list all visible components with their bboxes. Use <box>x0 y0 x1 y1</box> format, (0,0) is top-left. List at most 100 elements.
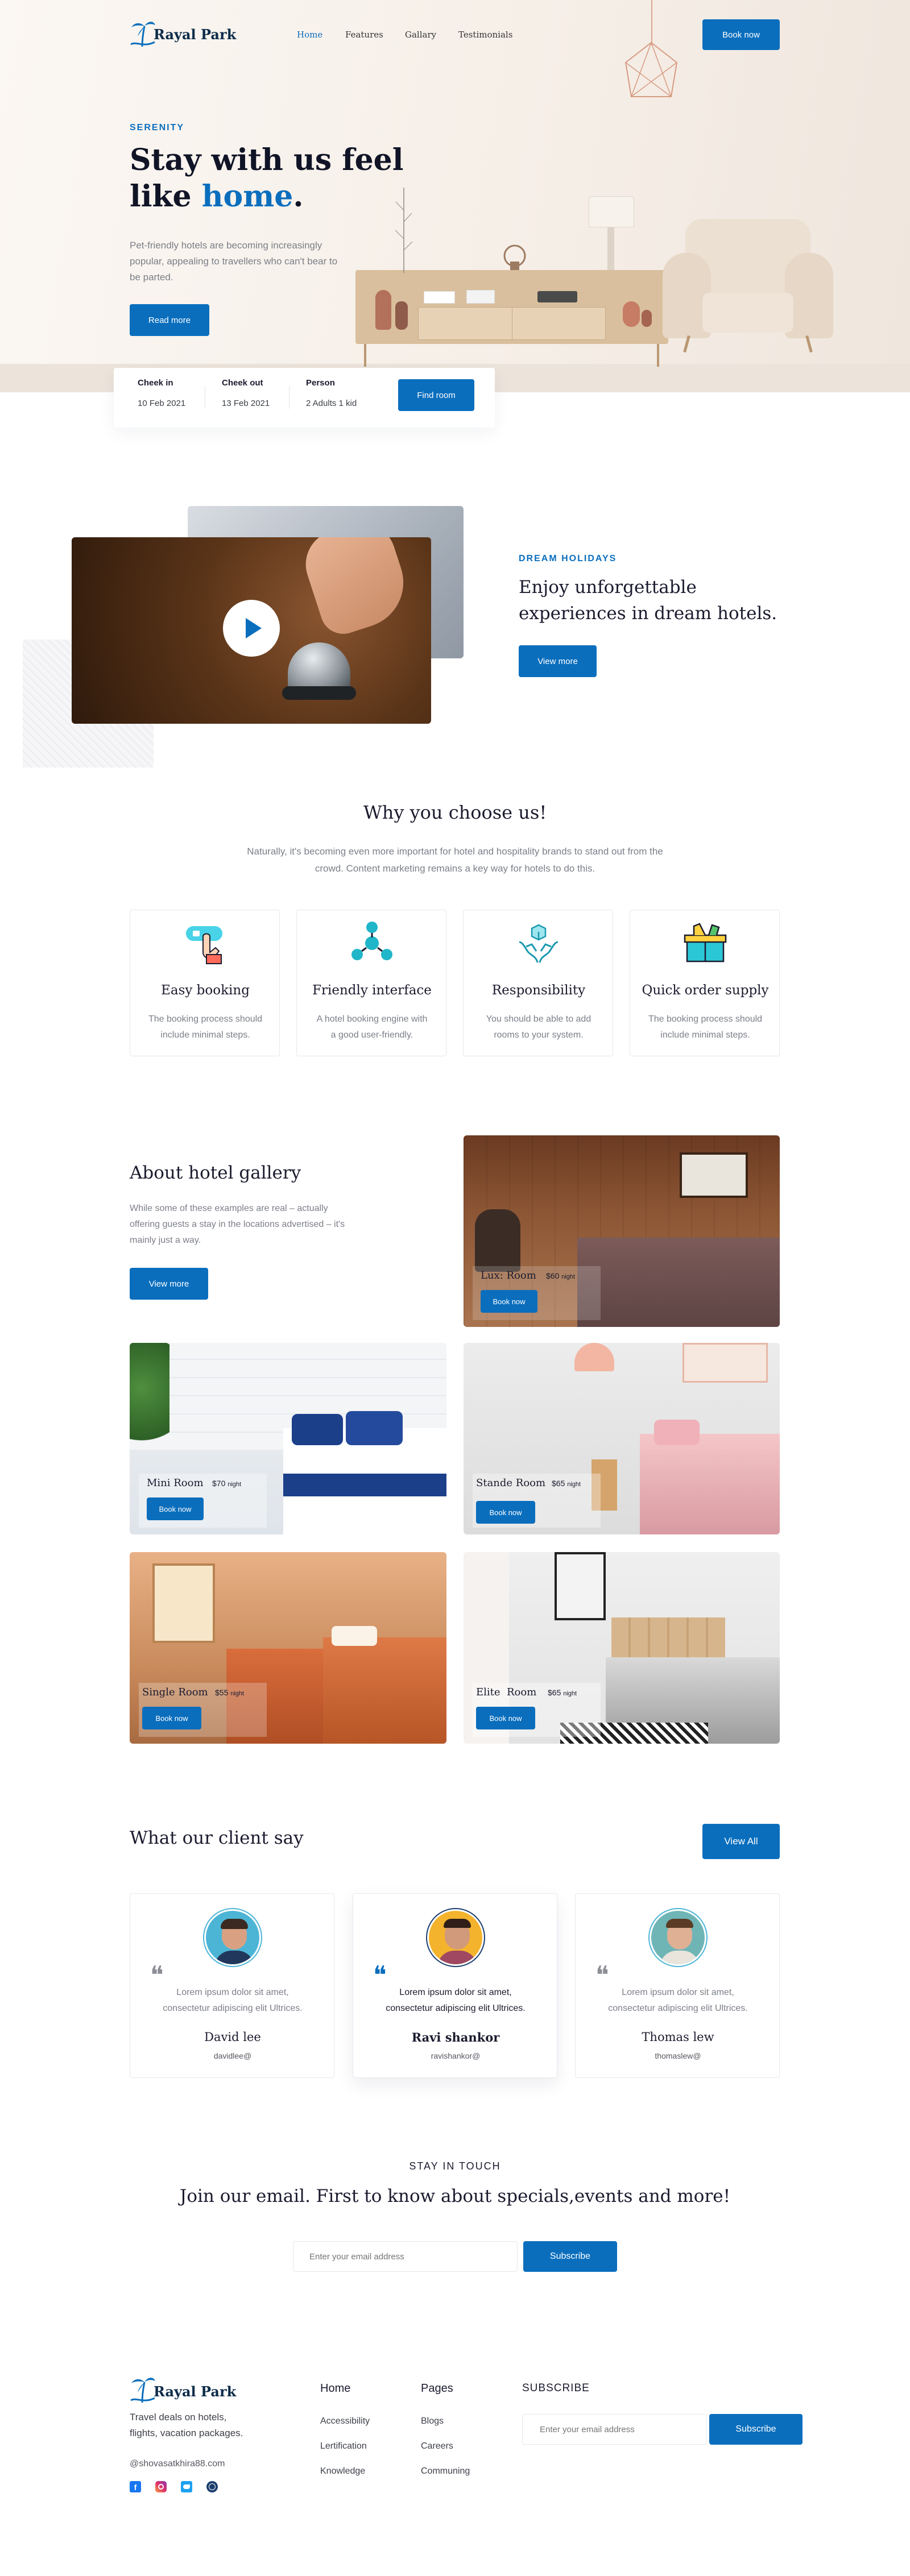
window <box>682 1343 768 1383</box>
feature-card[interactable]: Easy booking The booking process should i… <box>130 910 280 1056</box>
booking-bar: Cheek in 10 Feb 2021 Cheek out 13 Feb 20… <box>114 368 495 428</box>
why-title: Why you choose us! <box>363 802 547 823</box>
feature-title: Responsibility <box>491 983 586 998</box>
view-more-button[interactable]: View more <box>519 645 597 677</box>
dream-eyebrow: DREAM HOLIDAYS <box>519 554 617 563</box>
sideboard-leg <box>657 344 659 367</box>
supply-icon <box>684 923 727 963</box>
footer-link-communing[interactable]: Communing <box>421 2466 470 2477</box>
newsletter-subscribe-button[interactable]: Subscribe <box>523 2241 617 2272</box>
nav-link-gallery[interactable]: Gallary <box>405 30 436 40</box>
vase <box>623 301 640 327</box>
play-button[interactable] <box>223 600 280 657</box>
checkout-label: Cheek out <box>222 378 263 388</box>
testimonial-card: ❝ Lorem ipsum dolor sit amet, consectetur… <box>575 1893 780 2078</box>
room-card[interactable]: Stande Room $65 night Book now <box>464 1343 780 1534</box>
responsibility-icon <box>519 924 559 963</box>
room-book-button[interactable]: Book now <box>142 1707 201 1729</box>
testimonial-quote: Lorem ipsum dolor sit amet, consectetur a… <box>608 1988 748 2013</box>
facebook-icon[interactable]: f <box>130 2481 141 2492</box>
chair <box>475 1209 520 1272</box>
footer-link-blogs[interactable]: Blogs <box>421 2416 444 2426</box>
blanket <box>283 1474 446 1496</box>
checkin-label: Cheek in <box>138 378 173 388</box>
footer-link-careers[interactable]: Careers <box>421 2441 453 2451</box>
person-value[interactable]: 2 Adults 1 kid <box>306 399 357 408</box>
twitter-icon[interactable] <box>181 2481 192 2492</box>
room-card[interactable]: Mini Room $70 night Book now <box>130 1343 446 1534</box>
room-card[interactable]: Single Room $55 night Book now <box>130 1552 446 1744</box>
gallery-view-more-button[interactable]: View more <box>130 1268 208 1300</box>
decor-box <box>466 290 495 304</box>
vase <box>642 310 652 327</box>
nav-link-testimonials[interactable]: Testimonials <box>458 30 512 40</box>
footer-link-lertification[interactable]: Lertification <box>320 2441 367 2451</box>
view-all-button[interactable]: View All <box>702 1824 780 1859</box>
decor-box <box>424 291 455 304</box>
testimonial-handle: davidlee@ <box>213 2051 252 2060</box>
play-icon <box>246 618 262 638</box>
footer-logo[interactable]: Rayal Park <box>130 2375 236 2404</box>
palm-logo-icon <box>130 22 155 47</box>
testimonials-title: What our client say <box>130 1828 304 1848</box>
dream-title: Enjoy unforgettable experiences in dream… <box>519 574 777 627</box>
hero-description: Pet-friendly hotels are becoming increas… <box>130 240 338 283</box>
find-room-button[interactable]: Find room <box>398 379 474 411</box>
room-card[interactable]: Lux: Room $60 night Book now <box>464 1135 780 1327</box>
bell-icon <box>288 642 350 688</box>
dribbble-icon[interactable] <box>206 2481 218 2492</box>
hero-title-line1: Stay with us feel <box>130 143 404 177</box>
room-book-button[interactable]: Book now <box>481 1290 537 1313</box>
newsletter-eyebrow: STAY IN TOUCH <box>409 2160 501 2172</box>
pendant-lamp-shade <box>624 42 678 97</box>
read-more-button[interactable]: Read more <box>130 304 209 336</box>
testimonial-name: David lee <box>204 2030 261 2044</box>
room-name: Elite Room <box>476 1686 537 1698</box>
room-price: $70 night <box>212 1479 242 1488</box>
video-thumbnail[interactable] <box>72 537 431 724</box>
table-lamp-shade <box>589 196 634 227</box>
pillow <box>654 1420 700 1445</box>
window <box>152 1563 215 1643</box>
feature-card[interactable]: Friendly interface A hotel booking engin… <box>296 910 446 1056</box>
footer-email-input[interactable] <box>522 2414 707 2445</box>
footer-link-accessibility[interactable]: Accessibility <box>320 2416 370 2426</box>
room-book-button[interactable]: Book now <box>147 1498 204 1520</box>
decor-tray <box>537 291 577 302</box>
testimonial-handle: thomaslew@ <box>655 2051 701 2060</box>
footer-tagline: Travel deals on hotels, flights, vacation… <box>130 2412 243 2438</box>
hero-eyebrow: SERENITY <box>130 123 185 132</box>
bed <box>577 1238 780 1327</box>
avatar <box>427 1909 484 1966</box>
feature-card[interactable]: Responsibility You should be able to add… <box>463 910 613 1056</box>
social-icons: f <box>130 2481 226 2494</box>
wall-frame <box>555 1552 606 1620</box>
vase <box>395 301 408 330</box>
newsletter-email-input[interactable] <box>293 2241 518 2272</box>
feature-description: The booking process should include minima… <box>148 1014 263 1040</box>
hand <box>297 537 415 640</box>
testimonial-handle: ravishankor@ <box>431 2051 481 2060</box>
brand-name: Rayal Park <box>154 26 237 43</box>
logo[interactable]: Rayal Park <box>130 19 236 48</box>
footer-email[interactable]: @shovasatkhira88.com <box>130 2459 225 2469</box>
hero-title: Stay with us feel like home. <box>130 142 404 215</box>
palm-logo-icon <box>130 2378 155 2403</box>
feature-title: Easy booking <box>161 983 250 998</box>
footer-subscribe-button[interactable]: Subscribe <box>709 2414 803 2445</box>
checkin-value[interactable]: 10 Feb 2021 <box>138 399 185 408</box>
room-book-button[interactable]: Book now <box>476 1707 535 1729</box>
room-card[interactable]: Elite Room $65 night Book now <box>464 1552 780 1744</box>
nav-link-features[interactable]: Features <box>345 30 383 40</box>
room-book-button[interactable]: Book now <box>476 1501 535 1524</box>
book-now-button[interactable]: Book now <box>702 19 780 50</box>
feature-card[interactable]: Quick order supply The booking process s… <box>630 910 780 1056</box>
nav-link-home[interactable]: Home <box>297 30 322 40</box>
hero-title-accent: home <box>201 179 293 214</box>
footer-link-knowledge[interactable]: Knowledge <box>320 2466 365 2477</box>
why-description: Naturally, it's becoming even more impor… <box>247 846 663 874</box>
checkout-value[interactable]: 13 Feb 2021 <box>222 399 270 408</box>
booking-icon <box>186 926 222 964</box>
instagram-icon[interactable] <box>155 2481 167 2492</box>
room-price: $65 night <box>552 1479 581 1488</box>
